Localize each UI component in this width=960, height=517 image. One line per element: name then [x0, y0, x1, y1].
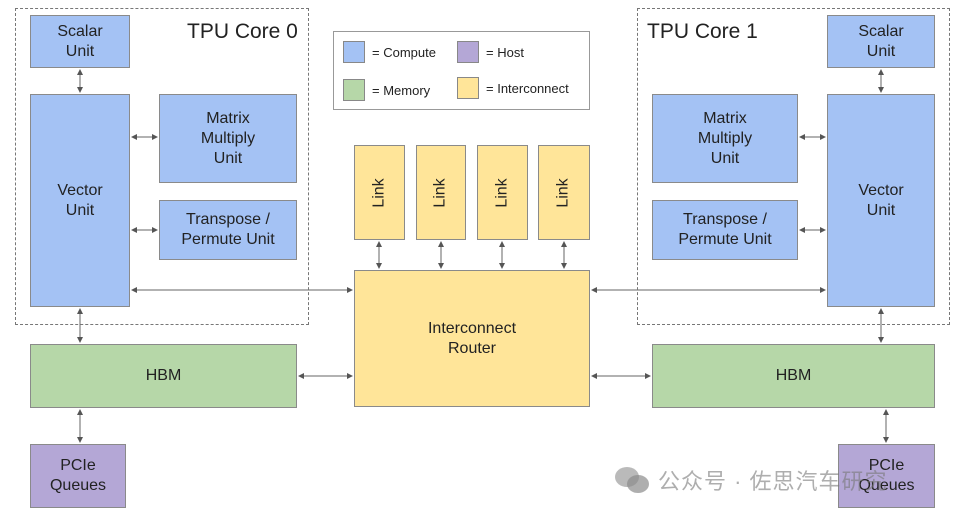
vector-unit-1: Vector Unit	[827, 94, 935, 307]
legend-memory-label: = Memory	[372, 82, 431, 98]
legend-compute: = Compute	[343, 41, 436, 63]
link-3-label: Link	[493, 177, 511, 208]
host-swatch	[457, 41, 479, 63]
transpose-permute-unit-0: Transpose / Permute Unit	[159, 200, 297, 260]
link-3: Link	[477, 145, 528, 240]
legend: = Compute = Host = Memory = Interconnect	[333, 31, 590, 110]
matrix-multiply-unit-1: Matrix Multiply Unit	[652, 94, 798, 183]
transpose-permute-unit-1: Transpose / Permute Unit	[652, 200, 798, 260]
tpu-core-0-title: TPU Core 0	[187, 20, 298, 43]
memory-swatch	[343, 79, 365, 101]
link-4-label: Link	[554, 177, 572, 208]
legend-interconnect: = Interconnect	[457, 77, 569, 99]
watermark: 公众号 · 佐思汽车研究	[612, 464, 888, 496]
link-1-label: Link	[370, 177, 388, 208]
wechat-icon	[615, 467, 649, 493]
link-2: Link	[416, 145, 466, 240]
interconnect-router: Interconnect Router	[354, 270, 590, 407]
hbm-left: HBM	[30, 344, 297, 408]
legend-host: = Host	[457, 41, 524, 63]
vector-unit-0: Vector Unit	[30, 94, 130, 307]
legend-memory: = Memory	[343, 79, 430, 101]
scalar-unit-0: Scalar Unit	[30, 15, 130, 68]
link-4: Link	[538, 145, 590, 240]
watermark-text: 公众号 · 佐思汽车研究	[658, 469, 888, 494]
compute-swatch	[343, 41, 365, 63]
scalar-unit-1: Scalar Unit	[827, 15, 935, 68]
link-2-label: Link	[431, 177, 449, 208]
hbm-right: HBM	[652, 344, 935, 408]
tpu-core-1-title: TPU Core 1	[647, 20, 758, 43]
interconnect-swatch	[457, 77, 479, 99]
legend-interconnect-label: = Interconnect	[486, 80, 569, 96]
pcie-queues-left: PCIe Queues	[30, 444, 126, 508]
link-1: Link	[354, 145, 405, 240]
legend-host-label: = Host	[486, 44, 524, 60]
tpu-diagram: TPU Core 0 Scalar Unit Vector Unit Matri…	[0, 0, 960, 517]
matrix-multiply-unit-0: Matrix Multiply Unit	[159, 94, 297, 183]
legend-compute-label: = Compute	[372, 44, 436, 60]
